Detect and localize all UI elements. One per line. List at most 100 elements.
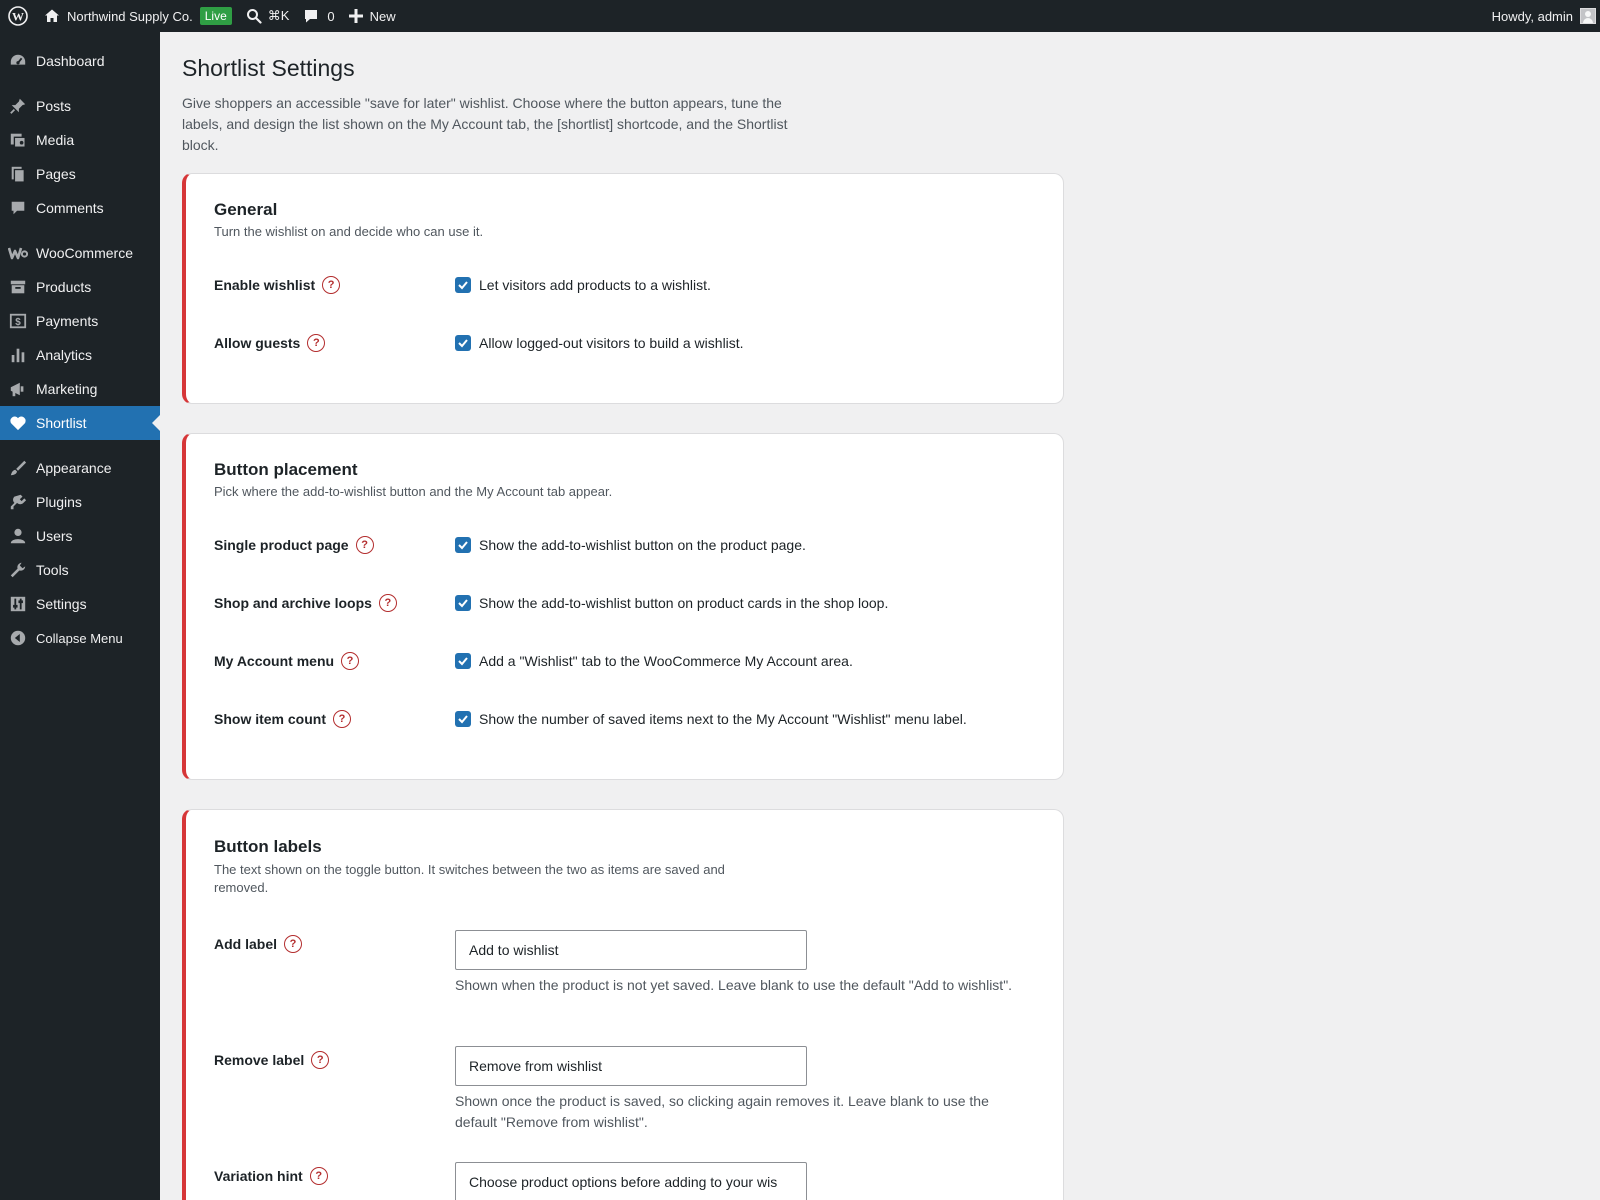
new-content-button[interactable]: New: [342, 0, 403, 32]
sidebar-item-marketing[interactable]: Marketing: [0, 372, 160, 406]
megaphone-icon: [0, 380, 36, 398]
shop-loops-checkbox[interactable]: [455, 595, 471, 611]
show-item-count-option[interactable]: Show the number of saved items next to t…: [455, 711, 967, 727]
howdy-text: Howdy, admin: [1491, 8, 1573, 24]
sidebar-item-label: Dashboard: [36, 53, 105, 69]
sidebar-item-label: Posts: [36, 98, 72, 114]
help-icon[interactable]: ?: [355, 536, 374, 554]
sidebar-item-label: WooCommerce: [36, 245, 133, 261]
variation-hint-input[interactable]: Choose product options before adding to …: [455, 1162, 807, 1200]
button-labels-section: Button labels The text shown on the togg…: [182, 809, 1064, 1200]
archive-icon: [0, 278, 36, 296]
help-icon[interactable]: ?: [284, 935, 303, 953]
sidebar-item-comments[interactable]: Comments: [0, 191, 160, 225]
button-placement-section: Button placement Pick where the add-to-w…: [182, 433, 1064, 780]
sidebar-item-appearance[interactable]: Appearance: [0, 451, 160, 485]
sidebar-item-shortlist[interactable]: Shortlist: [0, 406, 160, 440]
sidebar-item-plugins[interactable]: Plugins: [0, 485, 160, 519]
section-description: The text shown on the toggle button. It …: [214, 862, 725, 895]
sidebar-item-label: Pages: [36, 166, 76, 182]
sidebar-item-label: Settings: [36, 596, 87, 612]
comment-icon: [305, 10, 318, 23]
pages-icon: [0, 165, 36, 183]
woo-icon: [0, 246, 36, 260]
checkbox-label: Let visitors add products to a wishlist.: [479, 277, 711, 293]
sidebar-item-label: Tools: [36, 562, 69, 578]
collapse-menu-button[interactable]: Collapse Menu: [0, 621, 160, 655]
sidebar-item-media[interactable]: Media: [0, 123, 160, 157]
remove-label-description: Shown once the product is saved, so clic…: [455, 1093, 989, 1130]
enable-wishlist-checkbox[interactable]: [455, 277, 471, 293]
sidebar-item-pages[interactable]: Pages: [0, 157, 160, 191]
setting-label-allow-guests: Allow guests ?: [214, 334, 326, 352]
comments-count: 0: [327, 8, 335, 24]
site-name: Northwind Supply Co.: [67, 8, 193, 24]
sidebar-item-label: Marketing: [36, 381, 98, 397]
setting-label-remove-label: Remove label ?: [214, 1051, 330, 1069]
remove-label-input[interactable]: Remove from wishlist: [455, 1046, 807, 1086]
pin-icon: [0, 97, 36, 115]
svg-text:W: W: [12, 10, 24, 24]
help-icon[interactable]: ?: [309, 1167, 328, 1185]
checkbox-label: Show the add-to-wishlist button on the p…: [479, 537, 806, 553]
my-account-menu-option[interactable]: Add a "Wishlist" tab to the WooCommerce …: [455, 653, 853, 669]
help-icon[interactable]: ?: [341, 652, 360, 670]
label-text: Variation hint: [214, 1168, 303, 1184]
general-section: General Turn the wishlist on and decide …: [182, 173, 1064, 404]
my-account-menu-checkbox[interactable]: [455, 653, 471, 669]
sidebar-item-label: Payments: [36, 313, 99, 329]
sidebar-item-products[interactable]: Products: [0, 270, 160, 304]
comments-link[interactable]: 0: [296, 0, 341, 32]
setting-label-single-product-page: Single product page ?: [214, 536, 374, 554]
sidebar-item-users[interactable]: Users: [0, 519, 160, 553]
sidebar-item-label: Appearance: [36, 460, 112, 476]
add-label-input[interactable]: Add to wishlist: [455, 930, 807, 970]
sidebar-item-tools[interactable]: Tools: [0, 553, 160, 587]
section-description: Turn the wishlist on and decide who can …: [214, 224, 484, 239]
heart-icon: [0, 415, 36, 431]
sidebar-item-woocommerce[interactable]: WooCommerce: [0, 236, 160, 270]
avatar: [1580, 8, 1596, 24]
sidebar-item-dashboard[interactable]: Dashboard: [0, 44, 160, 78]
sidebar-item-posts[interactable]: Posts: [0, 89, 160, 123]
sidebar-item-label: Collapse Menu: [36, 630, 123, 646]
search-icon: [246, 9, 262, 24]
section-title: Button placement: [214, 460, 358, 479]
help-icon[interactable]: ?: [378, 594, 397, 612]
allow-guests-checkbox[interactable]: [455, 335, 471, 351]
label-text: Remove label: [214, 1052, 305, 1068]
single-product-page-option[interactable]: Show the add-to-wishlist button on the p…: [455, 537, 806, 553]
plus-icon: [348, 9, 363, 23]
sidebar-item-payments[interactable]: $ Payments: [0, 304, 160, 338]
help-icon[interactable]: ?: [307, 334, 326, 352]
wrench-icon: [0, 561, 36, 579]
label-text: Allow guests: [214, 335, 301, 351]
page-title: Shortlist Settings: [182, 55, 355, 81]
site-name-link[interactable]: Northwind Supply Co. Live: [34, 0, 239, 32]
enable-wishlist-option[interactable]: Let visitors add products to a wishlist.: [455, 277, 711, 293]
live-badge: Live: [199, 7, 232, 25]
my-account-menu[interactable]: Howdy, admin: [1492, 8, 1600, 24]
help-icon[interactable]: ?: [333, 710, 351, 728]
wordpress-logo-icon[interactable]: W: [2, 0, 34, 32]
help-icon[interactable]: ?: [311, 1051, 330, 1069]
setting-label-add-label: Add label ?: [214, 935, 303, 953]
media-icon: [0, 131, 36, 149]
label-text: Add label: [214, 936, 278, 952]
sidebar-item-analytics[interactable]: Analytics: [0, 338, 160, 372]
page-header: Shortlist Settings Give shoppers an acce…: [182, 32, 1062, 156]
allow-guests-option[interactable]: Allow logged-out visitors to build a wis…: [455, 335, 744, 351]
help-icon[interactable]: ?: [322, 276, 341, 294]
show-item-count-checkbox[interactable]: [455, 711, 471, 727]
dashboard-icon: [0, 52, 36, 70]
label-text: My Account menu: [214, 653, 335, 669]
command-search-button[interactable]: ⌘K: [239, 0, 297, 32]
sidebar-item-settings[interactable]: Settings: [0, 587, 160, 621]
search-shortcut: ⌘K: [267, 8, 290, 23]
sidebar-item-label: Users: [36, 528, 73, 544]
checkbox-label: Show the number of saved items next to t…: [479, 711, 967, 727]
sidebar-item-label: Comments: [36, 200, 104, 216]
label-text: Show item count: [214, 711, 326, 727]
shop-loops-option[interactable]: Show the add-to-wishlist button on produ…: [455, 595, 888, 611]
single-product-page-checkbox[interactable]: [455, 537, 471, 553]
